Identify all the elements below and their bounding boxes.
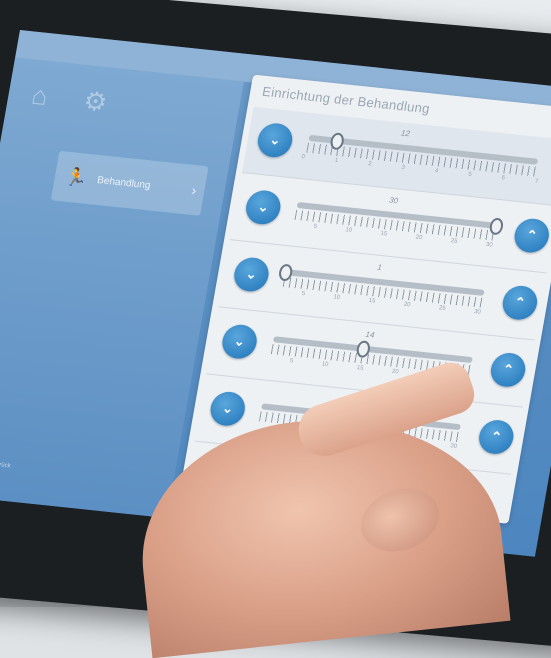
running-person-icon: 🏃 <box>63 166 90 189</box>
chevron-down-icon: ⌄ <box>244 266 259 283</box>
slider-value: 12 <box>400 128 411 139</box>
decrease-button[interactable]: ⌄ <box>207 390 248 428</box>
chevron-down-icon: ⌄ <box>221 400 235 417</box>
chevron-down-icon: ⌄ <box>232 333 247 350</box>
chevron-up-icon: ⌃ <box>525 227 539 244</box>
chevron-down-icon: ⌄ <box>256 198 271 215</box>
increase-button[interactable]: ⌃ <box>500 284 540 322</box>
decrease-button[interactable]: ⌄ <box>255 121 295 159</box>
decrease-button[interactable]: ⌄ <box>231 255 272 294</box>
chevron-up-icon: ⌃ <box>501 361 515 378</box>
chevron-up-icon: ⌃ <box>489 428 504 445</box>
footer-text: Hilfe | Patient ist zurück <box>0 457 12 470</box>
chevron-up-icon: ⌃ <box>513 294 527 311</box>
gear-icon[interactable]: ⚙ <box>69 76 123 126</box>
decrease-button[interactable]: ⌄ <box>219 323 260 361</box>
slider-value: 14 <box>364 329 376 340</box>
increase-button[interactable]: ⌃ <box>511 217 551 255</box>
sidebar-item-label: Behandlung <box>96 174 152 191</box>
sidebar-item-behandlung[interactable]: 🏃 Behandlung › <box>50 150 209 216</box>
increase-button[interactable]: ⌃ <box>488 351 528 389</box>
slider-value: 1 <box>376 262 383 273</box>
slider-value: 30 <box>388 195 399 206</box>
chevron-down-icon: ⌄ <box>268 131 282 148</box>
decrease-button[interactable]: ⌄ <box>243 188 284 226</box>
chevron-right-icon: › <box>190 181 198 199</box>
home-icon[interactable]: ⌂ <box>13 70 67 120</box>
increase-button[interactable]: ⌃ <box>476 418 517 456</box>
slider-knob[interactable] <box>488 217 505 236</box>
